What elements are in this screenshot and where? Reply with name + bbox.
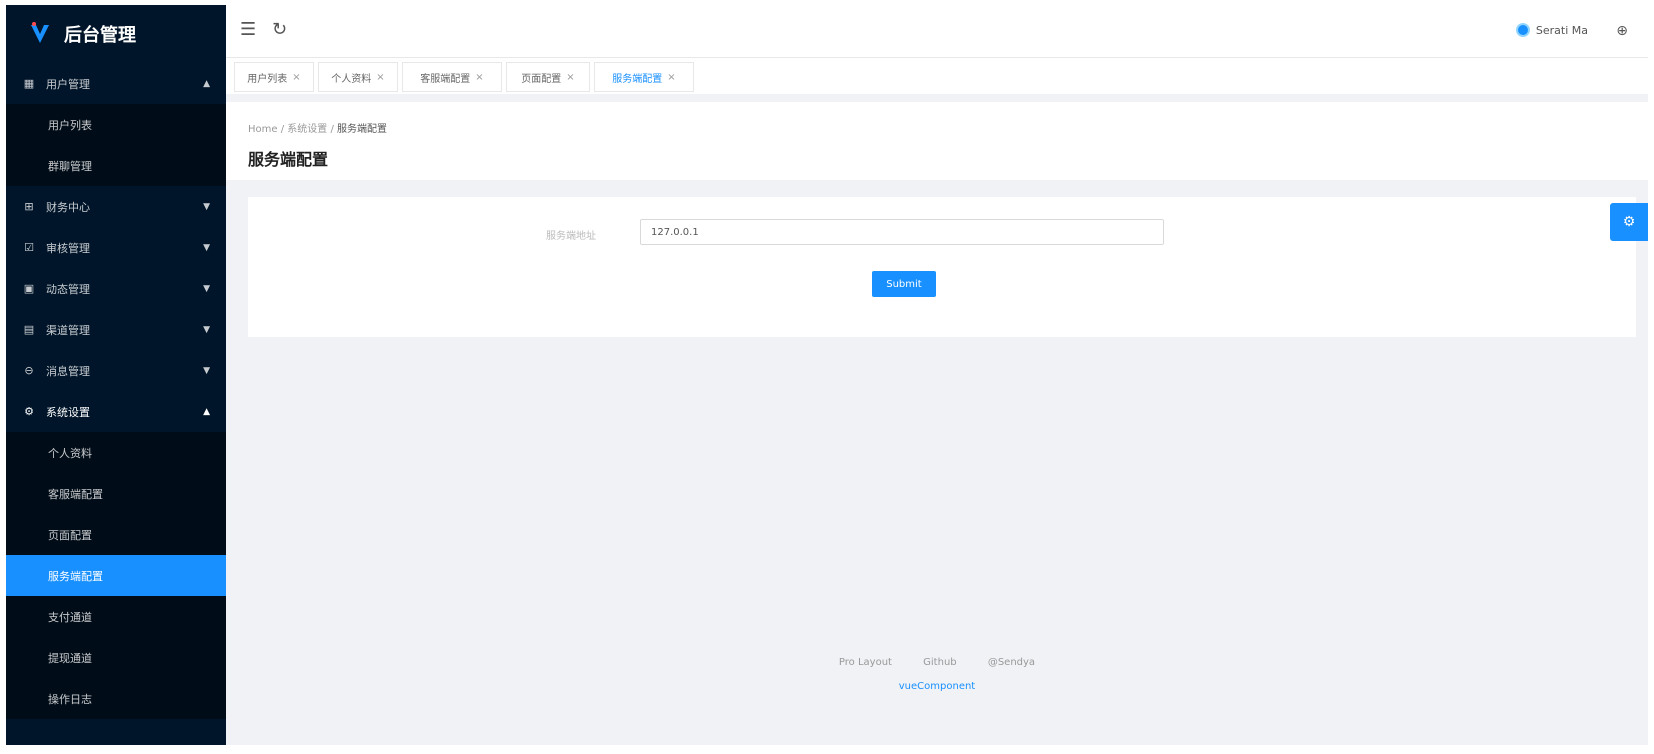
chevron-up-icon: ▲	[203, 406, 210, 417]
finance-icon: ⊞	[24, 200, 34, 213]
channel-icon: ▤	[23, 323, 35, 336]
language-icon[interactable]: ⊕	[1616, 23, 1628, 39]
tabs-bar: 用户列表 × 个人资料 × 客服端配置 × 页面配置 × 服务端配置 ×	[226, 58, 1648, 94]
menu-group-label: 财务中心	[46, 200, 90, 214]
close-icon[interactable]: ×	[376, 72, 384, 83]
breadcrumb-home[interactable]: Home	[248, 124, 278, 135]
menu-group-settings[interactable]: ⚙ 系统设置 ▲	[6, 391, 226, 432]
breadcrumb: Home / 系统设置 / 服务端配置	[248, 120, 387, 135]
menu-group-label: 审核管理	[46, 241, 90, 255]
tab-label: 页面配置	[521, 73, 562, 85]
avatar	[1515, 23, 1530, 37]
sidebar: 后台管理 ▦ 用户管理 ▲ 用户列表 群聊管理 ⊞ 财务中心 ▼ ☑ 审核管理 …	[6, 5, 226, 745]
sidebar-item-page-config[interactable]: 页面配置	[6, 514, 226, 555]
menu-group-label: 用户管理	[46, 77, 90, 91]
sidebar-item-group-chat[interactable]: 群聊管理	[6, 145, 226, 186]
logo[interactable]: 后台管理	[6, 5, 226, 63]
page-header: Home / 系统设置 / 服务端配置 服务端配置	[226, 102, 1648, 180]
audit-icon: ☑	[24, 241, 34, 254]
sidebar-item-client-config[interactable]: 客服端配置	[6, 473, 226, 514]
close-icon[interactable]: ×	[292, 72, 300, 83]
sidebar-item-user-list[interactable]: 用户列表	[6, 104, 226, 145]
footer-link-github[interactable]: Github	[923, 657, 956, 668]
footer-copyright[interactable]: vueComponent	[226, 681, 1648, 692]
gear-icon: ⚙	[24, 405, 34, 418]
table-icon: ▦	[23, 77, 35, 90]
sidebar-item-profile[interactable]: 个人资料	[6, 432, 226, 473]
menu-group-message[interactable]: ⊖ 消息管理 ▼	[6, 350, 226, 391]
tab-server-config[interactable]: 服务端配置 ×	[594, 62, 694, 92]
user-menu[interactable]: Serati Ma	[1515, 23, 1588, 37]
close-icon[interactable]: ×	[566, 72, 574, 83]
tab-label: 服务端配置	[612, 73, 663, 85]
reload-icon[interactable]: ↻	[272, 19, 287, 40]
menu-group-label: 消息管理	[46, 364, 90, 378]
menu-group-channel[interactable]: ▤ 渠道管理 ▼	[6, 309, 226, 350]
submenu-settings: 个人资料 客服端配置 页面配置 服务端配置 支付通道 提现通道 操作日志	[6, 432, 226, 719]
chevron-down-icon: ▼	[203, 201, 210, 212]
close-icon[interactable]: ×	[667, 72, 675, 83]
logo-icon	[31, 22, 49, 43]
tab-label: 用户列表	[247, 73, 288, 85]
chevron-down-icon: ▼	[203, 283, 210, 294]
close-icon[interactable]: ×	[475, 72, 483, 83]
submit-button[interactable]: Submit	[872, 271, 936, 297]
menu-group-audit[interactable]: ☑ 审核管理 ▼	[6, 227, 226, 268]
chevron-down-icon: ▼	[203, 324, 210, 335]
chevron-down-icon: ▼	[203, 242, 210, 253]
submenu-users: 用户列表 群聊管理	[6, 104, 226, 186]
menu-group-label: 系统设置	[46, 405, 90, 419]
sidebar-item-withdraw-channel[interactable]: 提现通道	[6, 637, 226, 678]
message-icon: ⊖	[24, 364, 34, 377]
tab-profile[interactable]: 个人资料 ×	[318, 62, 398, 92]
logo-text: 后台管理	[64, 25, 136, 46]
app-frame: 后台管理 ▦ 用户管理 ▲ 用户列表 群聊管理 ⊞ 财务中心 ▼ ☑ 审核管理 …	[6, 5, 1648, 745]
tab-page-config[interactable]: 页面配置 ×	[506, 62, 590, 92]
feed-icon: ▣	[23, 282, 35, 295]
sidebar-item-server-config[interactable]: 服务端配置	[6, 555, 226, 596]
form-card: 服务端地址 Submit	[248, 197, 1636, 337]
page-title: 服务端配置	[248, 150, 329, 169]
menu-fold-icon[interactable]: ☰	[240, 19, 256, 40]
tab-label: 个人资料	[331, 73, 372, 85]
tab-label: 客服端配置	[420, 73, 471, 85]
menu-group-feed[interactable]: ▣ 动态管理 ▼	[6, 268, 226, 309]
breadcrumb-current: 服务端配置	[337, 124, 388, 135]
tab-user-list[interactable]: 用户列表 ×	[234, 62, 314, 92]
footer-links: Pro Layout Github @Sendya	[226, 657, 1648, 668]
menu-group-users[interactable]: ▦ 用户管理 ▲	[6, 63, 226, 104]
gear-icon: ⚙	[1622, 214, 1636, 230]
menu-group-finance[interactable]: ⊞ 财务中心 ▼	[6, 186, 226, 227]
sidebar-item-operation-log[interactable]: 操作日志	[6, 678, 226, 719]
chevron-down-icon: ▼	[203, 365, 210, 376]
breadcrumb-system-settings[interactable]: 系统设置	[287, 124, 327, 135]
tab-client-config[interactable]: 客服端配置 ×	[402, 62, 502, 92]
server-address-label: 服务端地址	[546, 231, 596, 242]
settings-drawer-button[interactable]: ⚙	[1610, 203, 1648, 241]
menu-group-label: 渠道管理	[46, 323, 90, 337]
footer-link-author[interactable]: @Sendya	[988, 657, 1035, 668]
chevron-up-icon: ▲	[203, 78, 210, 89]
menu-group-label: 动态管理	[46, 282, 90, 296]
footer-link-pro-layout[interactable]: Pro Layout	[839, 657, 892, 668]
top-header: ☰ ↻ Serati Ma ⊕	[226, 5, 1648, 58]
user-name: Serati Ma	[1535, 23, 1588, 37]
server-address-input[interactable]	[640, 219, 1164, 245]
main-area: ☰ ↻ Serati Ma ⊕ 用户列表 × 个人资料 × 客服端配置 × 页面配置 ×…	[226, 5, 1648, 745]
sidebar-item-payment-channel[interactable]: 支付通道	[6, 596, 226, 637]
